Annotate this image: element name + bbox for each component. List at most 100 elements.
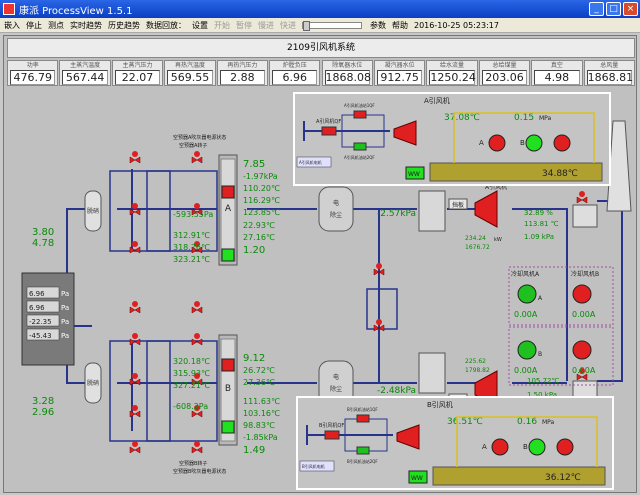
maximize-button[interactable]: □ xyxy=(606,2,621,16)
menu-item-params[interactable]: 参数 xyxy=(370,20,386,31)
header-cell: 再热汽压力 2.88 xyxy=(216,60,269,86)
fan-b-filter xyxy=(418,352,446,394)
airheater-letter: B xyxy=(225,384,231,394)
header-cell-label: 功率 xyxy=(26,62,39,69)
panel-oil-qf2-button[interactable] xyxy=(356,446,370,455)
menu-bar: 嵌入 停止 测点 实时趋势 历史趋势 数据回放： 设置 开始 暂停 慢进 快进 … xyxy=(0,18,640,33)
panel-pump-a-icon[interactable] xyxy=(491,438,509,456)
panel-oil-temp: 34.88℃ xyxy=(542,169,578,179)
menu-item-start[interactable]: 开始 xyxy=(214,20,230,31)
valve-body-icon xyxy=(191,306,203,314)
valve-body-icon xyxy=(191,338,203,346)
cooling-fan-a2-icon[interactable] xyxy=(572,284,592,304)
esp-b-value: -2.48kPa xyxy=(377,386,416,396)
header-cell: 主蒸汽温度 567.44 xyxy=(59,60,111,86)
panel-pump-a-icon[interactable] xyxy=(488,134,506,152)
menu-item-embed[interactable]: 嵌入 xyxy=(4,20,20,31)
damper-valve[interactable] xyxy=(191,333,203,346)
damper-valve[interactable] xyxy=(191,301,203,314)
header-cell: 真空 4.98 xyxy=(531,60,583,86)
furnace-unit: Pa xyxy=(61,318,69,326)
cooling-fan-a-label: 冷却风机A xyxy=(511,270,540,278)
airheater-status-green-button[interactable] xyxy=(221,420,235,434)
valve-body-icon xyxy=(129,156,141,164)
valve-body-icon xyxy=(129,246,141,254)
slider-thumb[interactable] xyxy=(303,20,310,31)
menu-item-playback: 数据回放： xyxy=(146,20,186,30)
playback-slider[interactable] xyxy=(302,20,362,31)
cooling-a-value: 0.00A xyxy=(514,310,538,319)
denox-a: 脱硝 xyxy=(84,190,102,232)
damper-valve[interactable] xyxy=(129,441,141,454)
process-diagram-svg: 6.96 Pa 6.96 Pa -22.35 Pa -45.43 Pa 3.804.78 3.28… xyxy=(21,92,632,490)
panel-pump-b-icon[interactable] xyxy=(525,134,543,152)
damper-valve[interactable] xyxy=(129,301,141,314)
airheater-status-green-button[interactable] xyxy=(221,248,235,262)
cooling-b-value: 0.00A xyxy=(572,366,596,375)
fan-a-icon[interactable] xyxy=(474,190,498,228)
airheater-a-rotor-label: 空预器A转子 xyxy=(179,142,207,149)
system-title: 2109引风机系统 xyxy=(7,38,635,58)
process-diagram: 6.96 Pa 6.96 Pa -22.35 Pa -45.43 Pa 3.80 4.78 3.28… xyxy=(7,91,635,491)
damper-valve[interactable] xyxy=(129,151,141,164)
damper-valve[interactable] xyxy=(576,191,588,204)
menu-item-stop[interactable]: 停止 xyxy=(26,20,42,31)
app-icon xyxy=(3,3,15,15)
header-cell-value: 2.88 xyxy=(219,70,266,85)
valve-body-icon xyxy=(191,446,203,454)
cooling-fan-b1-icon[interactable] xyxy=(517,340,537,360)
header-cell-value: 203.06 xyxy=(481,70,528,85)
airheater-status-red-button[interactable] xyxy=(221,358,235,372)
ah-b-left-value: -608.2Pa xyxy=(173,402,208,411)
panel-breaker-button[interactable] xyxy=(321,126,337,136)
damper-valve[interactable] xyxy=(191,441,203,454)
panel-oil-qf1-button[interactable] xyxy=(356,414,370,423)
furnace-unit: Pa xyxy=(61,304,69,312)
panel-pump-b-label: B xyxy=(520,139,525,147)
menu-item-realtime-trend[interactable]: 实时趋势 xyxy=(70,20,102,31)
menu-item-slow[interactable]: 慢进 xyxy=(258,20,274,31)
ah-a-right-value: 1.20 xyxy=(243,245,265,256)
valve-actuator-icon xyxy=(132,151,138,157)
minimize-button[interactable]: _ xyxy=(589,2,604,16)
cooling-fan-a1-icon[interactable] xyxy=(517,284,537,304)
valve-actuator-icon xyxy=(132,405,138,411)
close-button[interactable]: × xyxy=(623,2,638,16)
menu-item-points[interactable]: 测点 xyxy=(48,20,64,31)
panel-breaker-button[interactable] xyxy=(324,430,340,440)
ah-b-left-value: 320.18℃ xyxy=(173,357,210,366)
damper-valve[interactable] xyxy=(129,333,141,346)
menu-item-pause[interactable]: 暂停 xyxy=(236,20,252,31)
panel-pump-c-icon[interactable] xyxy=(553,134,571,152)
airheater-status-red-button[interactable] xyxy=(221,185,235,199)
header-cell: 凝汽器水位 912.75 xyxy=(373,60,426,86)
ah-a-left-value: -593.55Pa xyxy=(173,210,213,219)
valve-actuator-icon xyxy=(194,203,200,209)
furnace-value: 6.96 xyxy=(29,304,45,312)
menu-item-history-trend[interactable]: 历史趋势 xyxy=(108,20,140,31)
panel-pump-c-icon[interactable] xyxy=(556,438,574,456)
panel-oil-qf1-button[interactable] xyxy=(353,110,367,119)
panel-motor-label: A引风机电机 xyxy=(299,159,322,165)
panel-oil-qf2-button[interactable] xyxy=(353,142,367,151)
panel-oil-pressure: 0.16 xyxy=(517,417,537,427)
menu-item-settings[interactable]: 设置 xyxy=(192,20,208,31)
ah-b-right-value: 27.36℃ xyxy=(243,378,275,387)
valve-actuator-icon xyxy=(376,263,382,269)
header-cell-value: 22.07 xyxy=(114,70,161,85)
header-cell-label: 主蒸汽压力 xyxy=(122,62,153,69)
menu-item-fast[interactable]: 快进 xyxy=(280,20,296,31)
menu-item-help[interactable]: 帮助 xyxy=(392,20,408,31)
process-screen: 2109引风机系统 功率 476.79 主蒸汽温度 567.44 主蒸汽压力 22.07 再… xyxy=(3,35,637,493)
airheater-b: B xyxy=(218,334,238,446)
cooling-fan-b-label: 冷却风机B xyxy=(571,270,599,278)
cooling-fan-b2-icon[interactable] xyxy=(572,340,592,360)
panel-qf1-label: B引风机油站1QF xyxy=(347,406,378,412)
window-title: 康派 ProcessView 1.5.1 xyxy=(19,5,133,17)
fan-a-power: 1676.72 xyxy=(465,244,490,251)
header-cell-label: 再热汽压力 xyxy=(227,62,258,69)
left-top-value-2: 4.78 xyxy=(32,238,54,249)
damper-valve[interactable] xyxy=(191,151,203,164)
panel-pump-b-icon[interactable] xyxy=(528,438,546,456)
furnace-value: -22.35 xyxy=(29,318,52,326)
